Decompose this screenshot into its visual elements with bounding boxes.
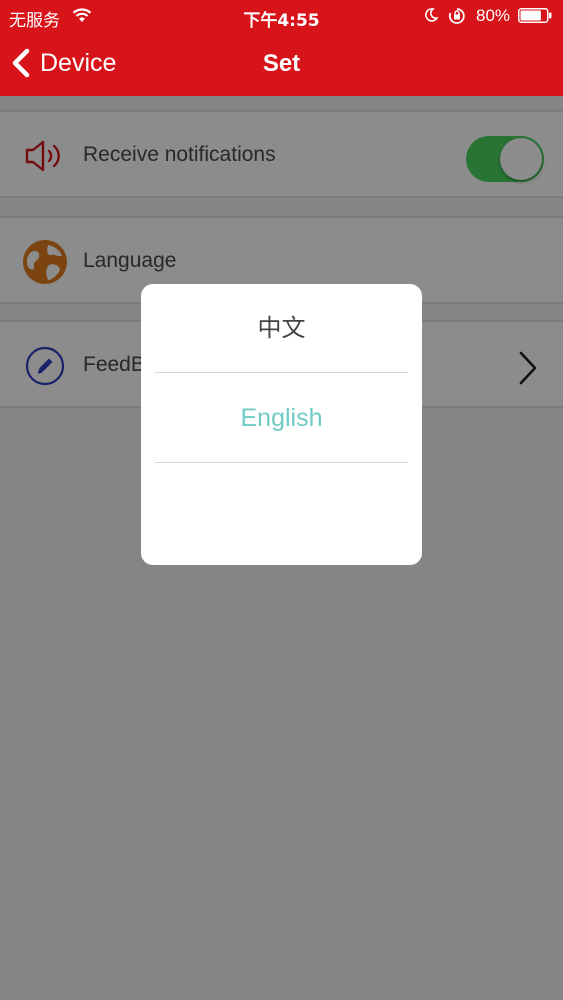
language-dialog: 中文 English — [141, 284, 422, 565]
divider — [155, 462, 408, 463]
language-option-english[interactable]: English — [141, 374, 422, 462]
app-header: 无服务 下午4:55 80% Device Set — [0, 0, 563, 96]
orientation-lock-icon — [448, 8, 465, 24]
status-bar: 无服务 下午4:55 80% — [0, 0, 563, 32]
battery-icon — [518, 8, 552, 23]
divider — [155, 372, 408, 373]
language-option-chinese[interactable]: 中文 — [141, 284, 422, 372]
battery-percent: 80% — [476, 6, 511, 25]
nav-bar: Device Set — [0, 32, 563, 96]
moon-icon — [425, 8, 438, 22]
page-title: Set — [262, 50, 301, 77]
